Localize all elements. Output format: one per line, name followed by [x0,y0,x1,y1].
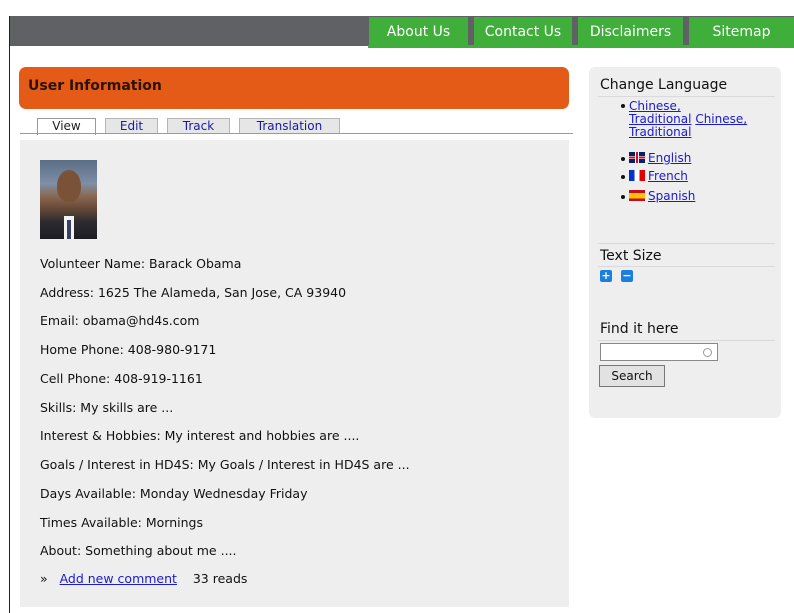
node-links: » Add new comment 33 reads [40,571,247,586]
read-count: 33 reads [192,571,248,586]
france-flag-icon [629,170,645,181]
photo-face [57,170,81,202]
lang-english-link[interactable]: English [648,151,691,165]
add-comment-link[interactable]: Add new comment [60,571,177,586]
address: Address: 1625 The Alameda, San Jose, CA … [40,285,347,300]
nav-disclaimers[interactable]: Disclaimers [578,17,683,45]
lang-spanish-item: Spanish [629,190,695,203]
bullet [621,157,625,161]
lang-chinese-link-1a[interactable]: Chinese, [629,99,681,113]
goals-interest: Goals / Interest in HD4S: My Goals / Int… [40,457,410,472]
skills: Skills: My skills are ... [40,400,174,415]
lang-spanish-link[interactable]: Spanish [648,189,695,203]
sidebar-rule [598,266,775,267]
lang-english-item: English [629,152,691,165]
bullet [621,104,625,108]
uk-flag-icon [629,152,645,163]
frame-border [9,16,10,613]
lang-chinese-link-1b[interactable]: Traditional [629,112,691,126]
tab-edit[interactable]: Edit [105,118,158,134]
page-header: User Information [19,67,569,109]
volunteer-name: Volunteer Name: Barack Obama [40,256,242,271]
bullet [621,195,625,199]
tab-track[interactable]: Track [167,118,230,134]
find-it-here-title: Find it here [600,321,679,337]
change-language-title: Change Language [600,77,728,93]
search-ring-icon [703,348,712,357]
lang-chinese-link-2b[interactable]: Traditional [629,125,691,139]
tab-translation[interactable]: Translation [239,118,340,134]
interests-hobbies: Interest & Hobbies: My interest and hobb… [40,428,360,443]
decrease-text-size-button[interactable]: − [621,270,633,282]
sidebar-rule [598,340,775,341]
times-available: Times Available: Mornings [40,515,203,530]
tab-divider [20,133,573,134]
search-input[interactable] [600,343,718,361]
increase-text-size-button[interactable]: + [600,270,612,282]
home-phone: Home Phone: 408-980-9171 [40,342,217,357]
search-button[interactable]: Search [599,365,665,387]
page-title: User Information [28,78,162,94]
about: About: Something about me .... [40,543,237,558]
lang-french-item: French [629,170,688,183]
profile-photo [40,160,97,239]
links-prefix: » [40,571,48,586]
lang-chinese-link-2a[interactable]: Chinese, [695,112,747,126]
email: Email: obama@hd4s.com [40,313,200,328]
nav-about-us[interactable]: About Us [369,17,468,45]
lang-chinese-traditional: Chinese, Traditional Chinese, Traditiona… [629,100,769,139]
days-available: Days Available: Monday Wednesday Friday [40,486,308,501]
bullet [621,175,625,179]
page: About Us Contact Us Disclaimers Sitemap … [0,0,794,613]
sidebar-rule [598,96,775,97]
nav-sitemap[interactable]: Sitemap [689,17,794,45]
sidebar-rule [598,243,775,244]
nav-underline [368,45,794,48]
nav-contact-us[interactable]: Contact Us [474,17,572,45]
text-size-title: Text Size [600,248,662,264]
spain-flag-icon [629,190,645,201]
photo-tie [67,220,71,239]
cell-phone: Cell Phone: 408-919-1161 [40,371,203,386]
lang-french-link[interactable]: French [648,169,688,183]
